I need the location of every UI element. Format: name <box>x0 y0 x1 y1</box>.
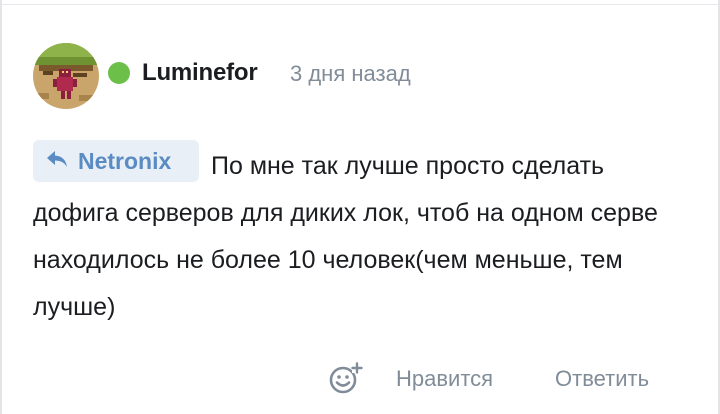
online-status-dot <box>108 62 130 84</box>
author-name[interactable]: Luminefor <box>142 58 258 88</box>
divider <box>2 4 718 5</box>
comment-time[interactable]: 3 дня назад <box>290 59 411 89</box>
like-button[interactable]: Нравится <box>396 364 493 394</box>
emoji-add-icon[interactable] <box>328 360 364 396</box>
comment-text: По мне так лучше просто сделать дофига с… <box>33 152 658 321</box>
reply-button[interactable]: Ответить <box>555 364 649 394</box>
comment-card: Luminefor 3 дня назад Netronix По мне та… <box>0 0 720 414</box>
avatar[interactable] <box>33 43 99 109</box>
